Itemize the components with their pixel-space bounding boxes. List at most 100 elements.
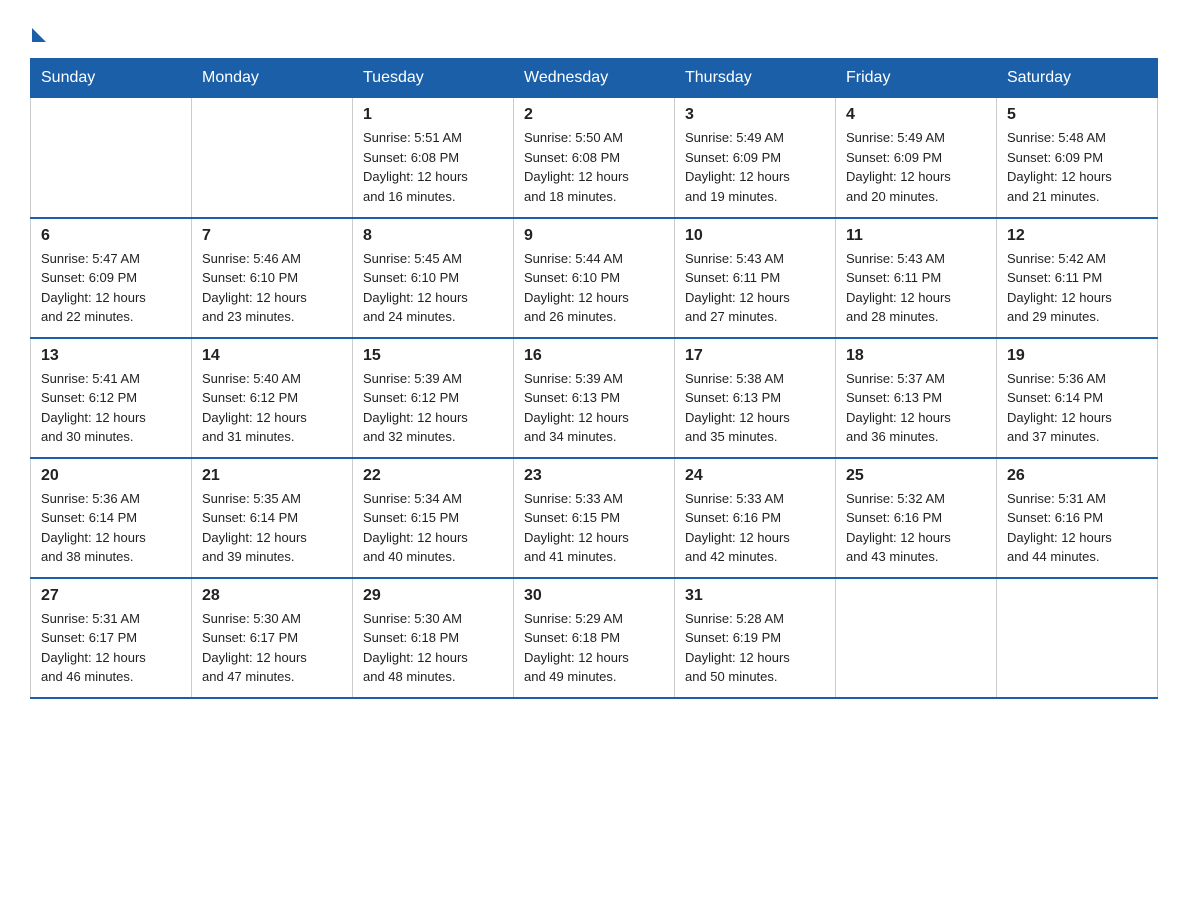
day-info: Sunrise: 5:47 AM Sunset: 6:09 PM Dayligh… — [41, 249, 181, 327]
day-info: Sunrise: 5:49 AM Sunset: 6:09 PM Dayligh… — [685, 128, 825, 206]
calendar-cell: 30 Sunrise: 5:29 AM Sunset: 6:18 PM Dayli… — [514, 578, 675, 698]
calendar-cell: 25 Sunrise: 5:32 AM Sunset: 6:16 PM Dayli… — [836, 458, 997, 578]
day-info: Sunrise: 5:31 AM Sunset: 6:16 PM Dayligh… — [1007, 489, 1147, 567]
calendar-cell: 8 Sunrise: 5:45 AM Sunset: 6:10 PM Daylig… — [353, 218, 514, 338]
day-number: 28 — [202, 587, 342, 605]
calendar-cell: 29Sunrise: 5:30 AM Sunset: 6:18 PM Dayli… — [353, 578, 514, 698]
day-info: Sunrise: 5:37 AM Sunset: 6:13 PM Dayligh… — [846, 369, 986, 447]
day-number: 26 — [1007, 467, 1147, 485]
calendar-cell: 14Sunrise: 5:40 AM Sunset: 6:12 PM Dayli… — [192, 338, 353, 458]
weekday-header-saturday: Saturday — [997, 59, 1158, 98]
day-number: 25 — [846, 467, 986, 485]
calendar-cell: 31 Sunrise: 5:28 AM Sunset: 6:19 PM Dayli… — [675, 578, 836, 698]
day-number: 3 — [685, 106, 825, 124]
day-number: 1 — [363, 106, 503, 124]
day-info: Sunrise: 5:49 AM Sunset: 6:09 PM Dayligh… — [846, 128, 986, 206]
day-number: 7 — [202, 227, 342, 245]
calendar-cell — [31, 98, 192, 218]
calendar-cell: 5 Sunrise: 5:48 AM Sunset: 6:09 PM Daylig… — [997, 98, 1158, 218]
day-info: Sunrise: 5:39 AM Sunset: 6:12 PM Dayligh… — [363, 369, 503, 447]
day-info: Sunrise: 5:51 AM Sunset: 6:08 PM Dayligh… — [363, 128, 503, 206]
calendar-cell: 10 Sunrise: 5:43 AM Sunset: 6:11 PM Dayli… — [675, 218, 836, 338]
calendar-week-row: 13Sunrise: 5:41 AM Sunset: 6:12 PM Dayli… — [31, 338, 1158, 458]
day-number: 22 — [363, 467, 503, 485]
calendar-week-row: 1 Sunrise: 5:51 AM Sunset: 6:08 PM Daylig… — [31, 98, 1158, 218]
day-info: Sunrise: 5:43 AM Sunset: 6:11 PM Dayligh… — [685, 249, 825, 327]
calendar-cell: 21Sunrise: 5:35 AM Sunset: 6:14 PM Dayli… — [192, 458, 353, 578]
calendar-cell: 9Sunrise: 5:44 AM Sunset: 6:10 PM Daylig… — [514, 218, 675, 338]
day-info: Sunrise: 5:30 AM Sunset: 6:17 PM Dayligh… — [202, 609, 342, 687]
calendar-cell: 12 Sunrise: 5:42 AM Sunset: 6:11 PM Dayli… — [997, 218, 1158, 338]
calendar-cell — [192, 98, 353, 218]
day-info: Sunrise: 5:31 AM Sunset: 6:17 PM Dayligh… — [41, 609, 181, 687]
weekday-header-tuesday: Tuesday — [353, 59, 514, 98]
calendar-cell: 16 Sunrise: 5:39 AM Sunset: 6:13 PM Dayli… — [514, 338, 675, 458]
calendar-cell: 3 Sunrise: 5:49 AM Sunset: 6:09 PM Daylig… — [675, 98, 836, 218]
day-info: Sunrise: 5:42 AM Sunset: 6:11 PM Dayligh… — [1007, 249, 1147, 327]
calendar-cell: 2Sunrise: 5:50 AM Sunset: 6:08 PM Daylig… — [514, 98, 675, 218]
calendar-cell: 6 Sunrise: 5:47 AM Sunset: 6:09 PM Daylig… — [31, 218, 192, 338]
weekday-header-monday: Monday — [192, 59, 353, 98]
calendar-cell: 23Sunrise: 5:33 AM Sunset: 6:15 PM Dayli… — [514, 458, 675, 578]
day-info: Sunrise: 5:48 AM Sunset: 6:09 PM Dayligh… — [1007, 128, 1147, 206]
day-number: 20 — [41, 467, 181, 485]
day-info: Sunrise: 5:32 AM Sunset: 6:16 PM Dayligh… — [846, 489, 986, 567]
calendar-cell: 22 Sunrise: 5:34 AM Sunset: 6:15 PM Dayli… — [353, 458, 514, 578]
calendar-cell: 28 Sunrise: 5:30 AM Sunset: 6:17 PM Dayli… — [192, 578, 353, 698]
day-info: Sunrise: 5:36 AM Sunset: 6:14 PM Dayligh… — [41, 489, 181, 567]
day-info: Sunrise: 5:34 AM Sunset: 6:15 PM Dayligh… — [363, 489, 503, 567]
day-number: 12 — [1007, 227, 1147, 245]
day-number: 9 — [524, 227, 664, 245]
calendar-cell: 27 Sunrise: 5:31 AM Sunset: 6:17 PM Dayli… — [31, 578, 192, 698]
calendar-cell: 19 Sunrise: 5:36 AM Sunset: 6:14 PM Dayli… — [997, 338, 1158, 458]
day-info: Sunrise: 5:46 AM Sunset: 6:10 PM Dayligh… — [202, 249, 342, 327]
calendar-cell: 4 Sunrise: 5:49 AM Sunset: 6:09 PM Daylig… — [836, 98, 997, 218]
day-info: Sunrise: 5:38 AM Sunset: 6:13 PM Dayligh… — [685, 369, 825, 447]
weekday-header-thursday: Thursday — [675, 59, 836, 98]
page-header — [30, 20, 1158, 38]
day-number: 5 — [1007, 106, 1147, 124]
day-number: 16 — [524, 347, 664, 365]
day-info: Sunrise: 5:35 AM Sunset: 6:14 PM Dayligh… — [202, 489, 342, 567]
day-number: 19 — [1007, 347, 1147, 365]
calendar-cell: 15 Sunrise: 5:39 AM Sunset: 6:12 PM Dayli… — [353, 338, 514, 458]
logo — [30, 20, 46, 38]
day-number: 31 — [685, 587, 825, 605]
day-number: 10 — [685, 227, 825, 245]
weekday-header-sunday: Sunday — [31, 59, 192, 98]
calendar-cell: 7 Sunrise: 5:46 AM Sunset: 6:10 PM Daylig… — [192, 218, 353, 338]
day-info: Sunrise: 5:29 AM Sunset: 6:18 PM Dayligh… — [524, 609, 664, 687]
calendar-week-row: 6 Sunrise: 5:47 AM Sunset: 6:09 PM Daylig… — [31, 218, 1158, 338]
calendar-week-row: 20 Sunrise: 5:36 AM Sunset: 6:14 PM Dayli… — [31, 458, 1158, 578]
day-number: 27 — [41, 587, 181, 605]
day-info: Sunrise: 5:43 AM Sunset: 6:11 PM Dayligh… — [846, 249, 986, 327]
day-info: Sunrise: 5:39 AM Sunset: 6:13 PM Dayligh… — [524, 369, 664, 447]
day-number: 4 — [846, 106, 986, 124]
calendar-cell: 18Sunrise: 5:37 AM Sunset: 6:13 PM Dayli… — [836, 338, 997, 458]
day-info: Sunrise: 5:28 AM Sunset: 6:19 PM Dayligh… — [685, 609, 825, 687]
calendar-cell: 17 Sunrise: 5:38 AM Sunset: 6:13 PM Dayli… — [675, 338, 836, 458]
logo-triangle-icon — [32, 28, 46, 42]
weekday-header-friday: Friday — [836, 59, 997, 98]
calendar-cell: 20 Sunrise: 5:36 AM Sunset: 6:14 PM Dayli… — [31, 458, 192, 578]
calendar-header-row: SundayMondayTuesdayWednesdayThursdayFrid… — [31, 59, 1158, 98]
calendar-week-row: 27 Sunrise: 5:31 AM Sunset: 6:17 PM Dayli… — [31, 578, 1158, 698]
day-number: 30 — [524, 587, 664, 605]
calendar-cell: 11 Sunrise: 5:43 AM Sunset: 6:11 PM Dayli… — [836, 218, 997, 338]
day-info: Sunrise: 5:33 AM Sunset: 6:15 PM Dayligh… — [524, 489, 664, 567]
calendar-cell: 13Sunrise: 5:41 AM Sunset: 6:12 PM Dayli… — [31, 338, 192, 458]
day-number: 24 — [685, 467, 825, 485]
day-info: Sunrise: 5:36 AM Sunset: 6:14 PM Dayligh… — [1007, 369, 1147, 447]
day-number: 6 — [41, 227, 181, 245]
day-number: 11 — [846, 227, 986, 245]
calendar-cell: 24 Sunrise: 5:33 AM Sunset: 6:16 PM Dayli… — [675, 458, 836, 578]
day-number: 29 — [363, 587, 503, 605]
calendar-cell — [997, 578, 1158, 698]
day-number: 17 — [685, 347, 825, 365]
day-number: 8 — [363, 227, 503, 245]
day-info: Sunrise: 5:33 AM Sunset: 6:16 PM Dayligh… — [685, 489, 825, 567]
calendar-cell: 26 Sunrise: 5:31 AM Sunset: 6:16 PM Dayli… — [997, 458, 1158, 578]
calendar-cell — [836, 578, 997, 698]
day-info: Sunrise: 5:45 AM Sunset: 6:10 PM Dayligh… — [363, 249, 503, 327]
day-number: 15 — [363, 347, 503, 365]
